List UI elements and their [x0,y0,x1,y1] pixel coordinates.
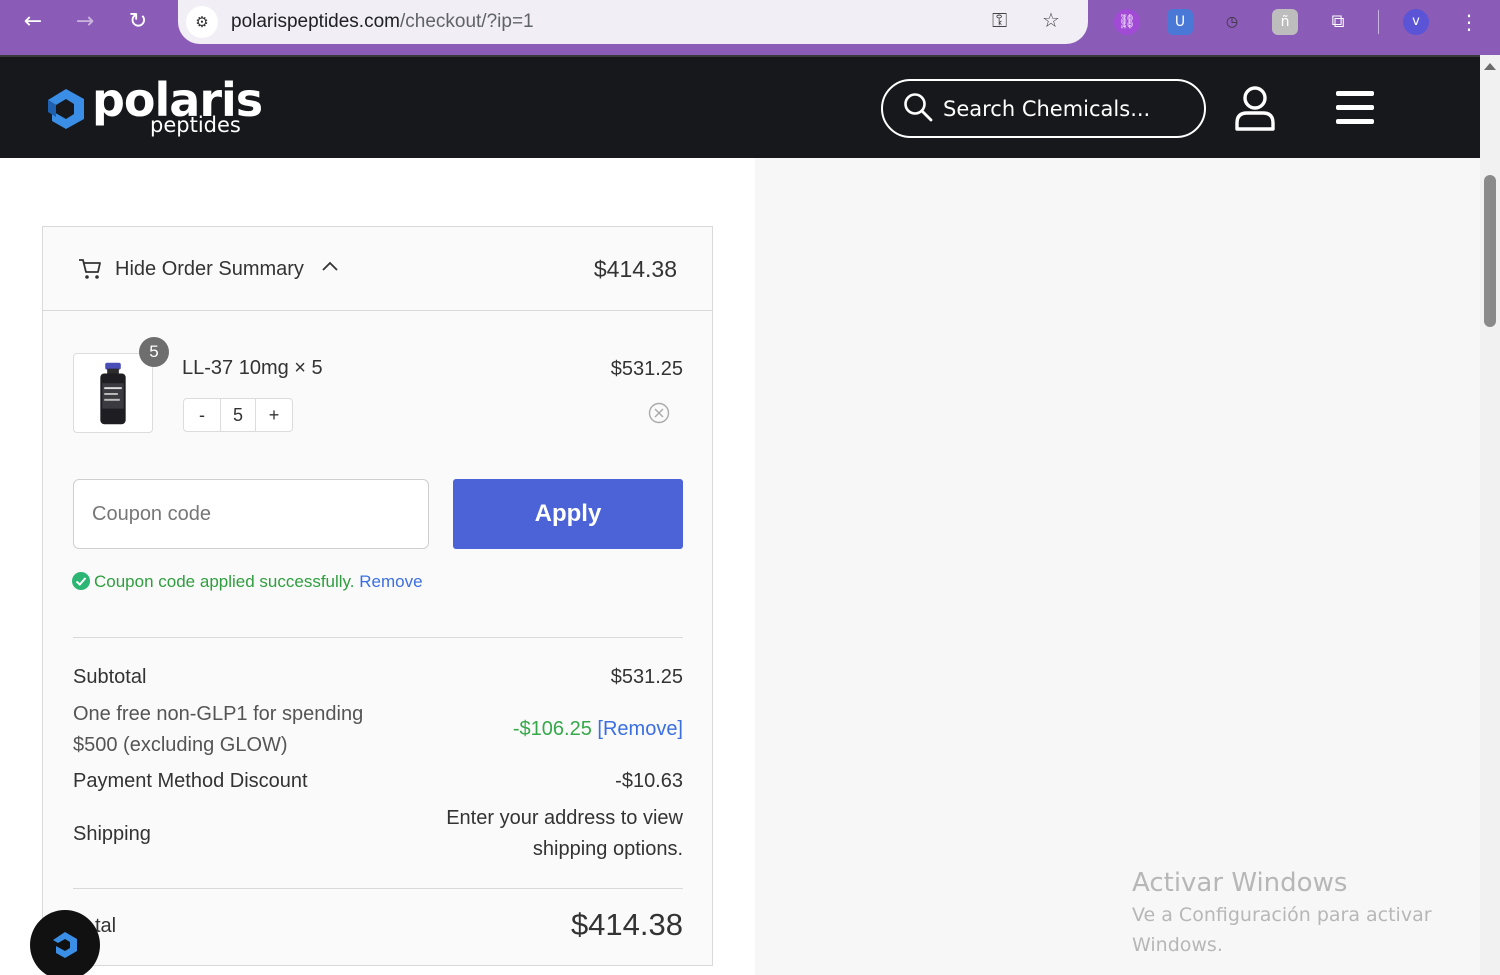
subtotal-value: $531.25 [610,666,683,688]
extension-shield-icon[interactable]: U [1167,9,1193,35]
coupon-success-message: Coupon code applied successfully. Remove [72,572,423,592]
scrollbar-thumb[interactable] [1484,175,1496,327]
toolbar-divider [1378,10,1379,34]
remove-item-icon[interactable] [648,402,670,424]
promo-discount-value: -$106.25 [512,718,592,740]
coupon-code-input[interactable] [73,479,429,549]
profile-avatar[interactable]: v [1403,9,1429,35]
extension-timer-icon[interactable]: ◷ [1219,9,1245,35]
search-icon [904,93,933,122]
summary-header-total: $414.38 [593,256,677,282]
shipping-value-line-1: Enter your address to view [446,807,683,829]
payment-discount-label: Payment Method Discount [73,770,308,792]
bookmark-star-icon[interactable]: ☆ [1042,8,1060,32]
product-name: LL-37 10mg × 5 [182,357,323,379]
cart-icon [79,259,101,279]
increase-quantity-button[interactable]: + [256,399,292,431]
polaris-logo-icon[interactable] [48,89,84,129]
promo-discount: -$106.25 [Remove] [513,718,683,741]
remove-promo-link[interactable]: [Remove] [597,718,683,740]
hamburger-menu-icon[interactable] [1336,91,1374,125]
check-circle-icon [72,572,90,590]
remove-coupon-link[interactable]: Remove [359,572,422,591]
browser-menu-icon[interactable]: ⋮ [1456,9,1482,35]
promo-label-line-1: One free non-GLP1 for spending [73,703,364,725]
shipping-value-line-2: shipping options. [532,838,683,860]
order-summary-panel: Hide Order Summary $414.38 5 LL-37 10mg … [42,226,713,966]
reload-icon[interactable]: ↻ [124,8,152,36]
extension-chain-icon[interactable]: ⛓ [1114,9,1140,35]
chevron-up-icon[interactable] [320,259,340,273]
quantity-stepper: - 5 + [183,398,293,432]
back-arrow-icon[interactable]: ← [19,8,47,36]
checkout-left-pane: Hide Order Summary $414.38 5 LL-37 10mg … [0,158,755,975]
hide-order-summary-label[interactable]: Hide Order Summary [115,258,304,281]
page-scrollbar[interactable] [1480,55,1500,975]
site-settings-icon[interactable]: ⚙ [186,6,218,38]
watermark-line-1: Ve a Configuración para activar [1132,904,1432,926]
search-placeholder: Search Chemicals... [943,97,1151,121]
product-thumbnail [73,353,153,433]
quantity-value[interactable]: 5 [220,399,256,431]
extensions-puzzle-icon[interactable]: ⧉ [1325,9,1351,35]
account-user-icon[interactable] [1234,85,1276,131]
browser-toolbar: ← → ↻ ⚙ polarispeptides.com/checkout/?ip… [0,0,1500,55]
scroll-up-arrow-icon[interactable] [1484,63,1496,70]
search-chemicals-input[interactable]: Search Chemicals... [881,79,1206,138]
site-header: polaris peptides Search Chemicals... [0,55,1480,158]
order-summary-toggle[interactable]: Hide Order Summary $414.38 [43,227,712,311]
decrease-quantity-button[interactable]: - [184,399,220,431]
address-bar[interactable]: ⚙ polarispeptides.com/checkout/?ip=1 ⚿ ☆ [178,0,1088,44]
watermark-title: Activar Windows [1132,868,1348,898]
windows-activation-watermark: Activar Windows Ve a Configuración para … [1132,868,1432,960]
chat-widget-button[interactable] [30,910,100,975]
divider [73,888,683,889]
vial-image [100,362,126,425]
logo-subtitle: peptides [150,113,241,137]
promo-label-line-2: $500 (excluding GLOW) [73,734,288,756]
watermark-line-2: Windows. [1132,934,1223,956]
password-key-icon[interactable]: ⚿ [992,8,1007,32]
subtotal-label: Subtotal [73,666,147,688]
shipping-label: Shipping [73,823,151,845]
divider [73,637,683,638]
forward-arrow-icon[interactable]: → [71,8,99,36]
quantity-badge: 5 [139,337,169,367]
polaris-logo-icon [53,932,77,958]
payment-discount-value: -$10.63 [615,770,683,792]
order-total-value: $414.38 [570,907,683,942]
url-text[interactable]: polarispeptides.com/checkout/?ip=1 [231,11,534,33]
apply-coupon-button[interactable]: Apply [453,479,683,549]
extension-translate-icon[interactable]: ñ [1272,9,1298,35]
coupon-success-text: Coupon code applied successfully. [94,572,355,591]
product-price: $531.25 [610,358,683,380]
